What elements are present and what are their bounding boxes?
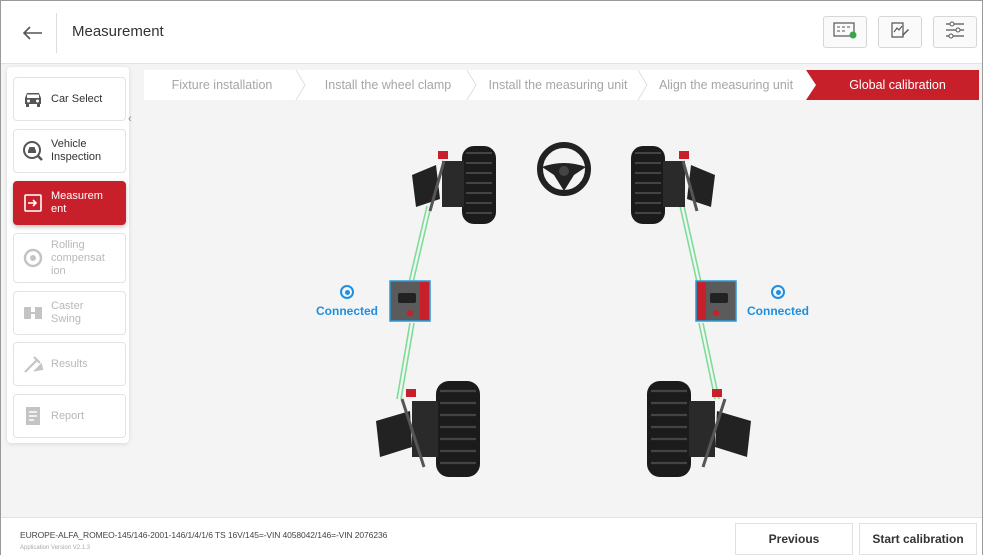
sidebar-item-results[interactable]: Results <box>13 342 126 386</box>
sidebar-item-label: Results <box>51 357 88 370</box>
wheel-data-icon <box>832 21 858 44</box>
step-global-calibration: Global calibration <box>849 78 946 92</box>
page-title: Measurement <box>72 23 164 40</box>
left-measuring-unit <box>389 280 431 322</box>
app-window: Measurement Car Select Vehicle Inspectio… <box>0 0 983 555</box>
rear-right-wheel <box>647 381 751 477</box>
left-status-label: Connected <box>316 304 379 318</box>
previous-button[interactable]: Previous <box>735 523 853 555</box>
caster-icon <box>22 302 44 324</box>
results-icon <box>22 353 44 375</box>
settings-sliders-icon <box>944 20 966 45</box>
start-calibration-button[interactable]: Start calibration <box>859 523 977 555</box>
app-version-text: Application Version V2.1.3 <box>20 545 91 551</box>
bottom-bar: EUROPE-ALFA_ROMEO-145/146-2001-146/1/4/1… <box>1 517 982 555</box>
step-progress-bar: Fixture installation Install the wheel c… <box>144 70 979 100</box>
step-install-wheel-clamp: Install the wheel clamp <box>324 78 452 92</box>
right-status-label: Connected <box>747 304 810 318</box>
sidebar-item-label: Measurem ent <box>51 190 103 215</box>
arrow-left-icon[interactable] <box>15 21 49 45</box>
right-measuring-unit <box>695 280 737 322</box>
sidebar-item-car-select[interactable]: Car Select <box>13 77 126 121</box>
step-install-measuring-unit: Install the measuring unit <box>488 78 628 92</box>
steering-wheel-icon <box>537 142 591 196</box>
front-right-wheel <box>631 146 715 224</box>
laser-beams <box>396 205 720 400</box>
sidebar-item-vehicle-inspection[interactable]: Vehicle Inspection <box>13 129 126 173</box>
report-icon <box>22 405 44 427</box>
car-icon <box>22 88 44 110</box>
sidebar-item-label: Caster Swing <box>51 300 84 325</box>
right-sensor-status: Connected <box>747 285 809 318</box>
connected-icon <box>771 285 785 299</box>
report-edit-button[interactable] <box>878 16 922 48</box>
divider <box>56 13 57 53</box>
inspection-icon <box>22 140 44 162</box>
step-align-measuring-unit: Align the measuring unit <box>658 78 794 92</box>
connected-icon <box>340 285 354 299</box>
left-sensor-status: Connected <box>316 285 378 318</box>
vehicle-info-text: EUROPE-ALFA_ROMEO-145/146-2001-146/1/4/1… <box>20 530 388 540</box>
settings-button[interactable] <box>933 16 977 48</box>
step-fixture-installation: Fixture installation <box>171 78 273 92</box>
sidebar-item-caster-swing[interactable]: Caster Swing <box>13 291 126 335</box>
wheel-data-button[interactable] <box>823 16 867 48</box>
sidebar-item-report[interactable]: Report <box>13 394 126 438</box>
sidebar-item-measurement[interactable]: Measurem ent <box>13 181 126 225</box>
sidebar-item-label: Rolling compensat ion <box>51 238 105 277</box>
rear-left-wheel <box>376 381 480 477</box>
sidebar-item-label: Report <box>51 409 85 422</box>
sidebar-item-label: Car Select <box>51 92 103 105</box>
workflow-sidebar: Car Select Vehicle Inspection Measurem e… <box>7 67 129 443</box>
sidebar-item-rolling-compensation[interactable]: Rolling compensat ion <box>13 233 126 283</box>
collapse-sidebar-icon[interactable]: ‹ <box>128 113 138 127</box>
report-edit-icon <box>889 20 911 45</box>
top-bar: Measurement <box>1 1 982 64</box>
measurement-icon <box>22 192 44 214</box>
rolling-icon <box>22 247 44 269</box>
front-left-wheel <box>412 146 496 224</box>
sidebar-item-label: Vehicle Inspection <box>51 138 102 163</box>
vehicle-alignment-diagram <box>376 142 751 477</box>
calibration-canvas: Connected Connected <box>144 101 979 505</box>
